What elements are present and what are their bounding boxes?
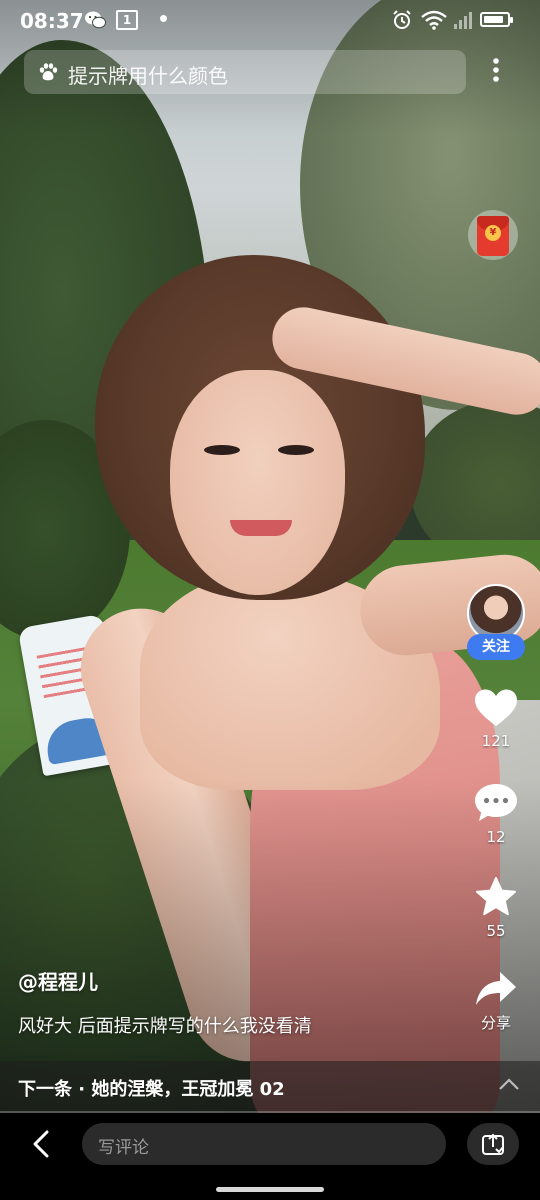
wechat-icon [85, 11, 106, 29]
favorite-button[interactable]: 55 [466, 876, 526, 940]
favorite-count: 55 [486, 922, 506, 940]
signal-icon [454, 12, 472, 29]
star-icon [476, 877, 516, 916]
battery-level [484, 16, 503, 23]
comment-count: 12 [486, 828, 506, 846]
share-button[interactable]: 分享 [466, 970, 526, 1033]
video-frame[interactable] [0, 0, 540, 1113]
status-time: 08:37 [20, 9, 84, 33]
comment-bubble-icon [475, 784, 517, 821]
video-shade-overlay [0, 0, 540, 1113]
red-packet-button[interactable]: ¥ [468, 206, 518, 262]
post-caption: 风好大 后面提示牌写的什么我没看清 [18, 1016, 312, 1037]
next-video-bar[interactable]: 下一条 · 她的涅槃，王冠加冕 02 [0, 1061, 540, 1113]
notification-dot-icon [160, 15, 167, 22]
baidu-paw-icon [39, 63, 58, 81]
more-options-icon[interactable] [486, 56, 506, 86]
status-bar: 08:37 1 [0, 0, 540, 44]
creator-username[interactable]: @程程儿 [18, 966, 98, 995]
alarm-icon [393, 10, 411, 29]
heart-icon [475, 689, 517, 726]
red-packet-coin: ¥ [485, 225, 501, 241]
comment-input[interactable]: 写评论 [82, 1123, 446, 1165]
wifi-icon [421, 10, 447, 30]
search-query[interactable]: 提示牌用什么颜色 [68, 60, 228, 89]
search-bar[interactable]: 提示牌用什么颜色 [24, 50, 466, 94]
comment-placeholder: 写评论 [98, 1138, 149, 1158]
next-video-title[interactable]: 下一条 · 她的涅槃，王冠加冕 02 [18, 1075, 285, 1101]
comment-button[interactable]: 12 [466, 782, 526, 846]
battery-icon [480, 12, 513, 27]
back-arrow-icon[interactable] [28, 1129, 56, 1159]
share-arrow-icon [476, 972, 516, 1005]
sim-card-icon: 1 [116, 10, 138, 30]
follow-button[interactable]: 关注 [467, 634, 525, 660]
share-label: 分享 [480, 1014, 511, 1032]
like-count: 121 [481, 732, 511, 750]
chevron-up-icon[interactable] [498, 1077, 520, 1091]
home-indicator[interactable] [216, 1187, 324, 1192]
share-export-button[interactable] [467, 1123, 519, 1165]
like-button[interactable]: 121 [466, 688, 526, 750]
share-export-icon [482, 1133, 504, 1155]
